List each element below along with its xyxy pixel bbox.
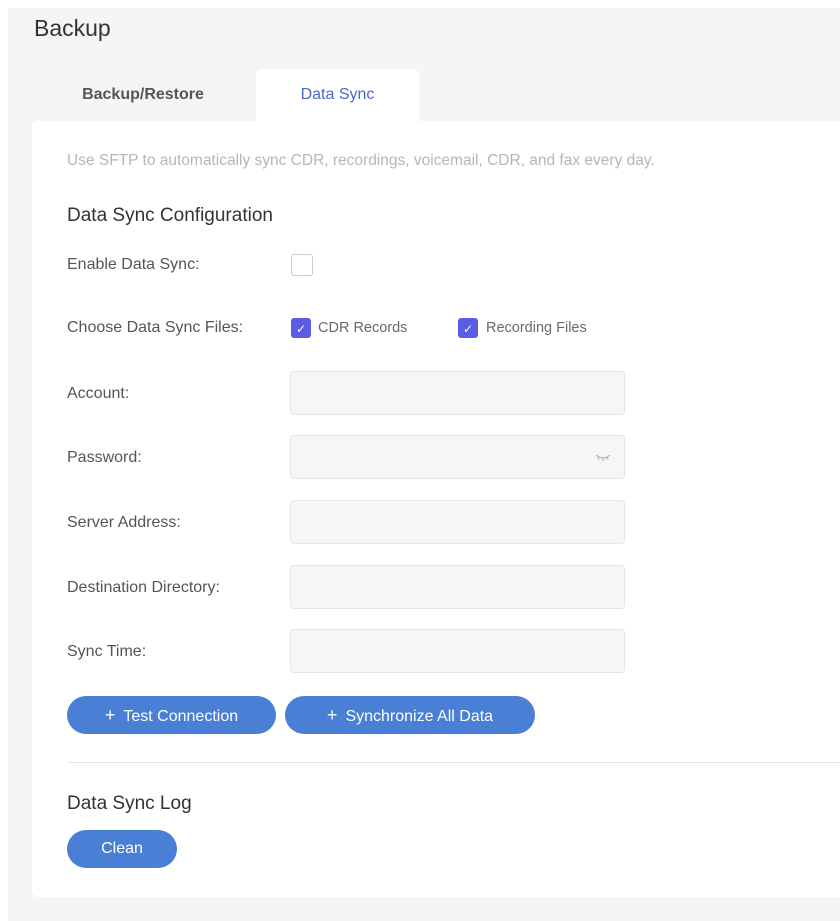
destination-directory-input[interactable] [290, 565, 625, 609]
destination-directory-label: Destination Directory: [67, 579, 220, 596]
section-title-log: Data Sync Log [67, 793, 192, 814]
synchronize-all-button[interactable]: + Synchronize All Data [285, 696, 535, 734]
eye-closed-icon[interactable] [594, 449, 612, 465]
password-label: Password: [67, 449, 142, 466]
section-divider [67, 762, 840, 763]
cdr-records-label: CDR Records [318, 320, 408, 336]
tab-data-sync[interactable]: Data Sync [256, 69, 419, 121]
plus-icon: + [326, 705, 338, 725]
section-title-configuration: Data Sync Configuration [67, 205, 273, 226]
checkmark-icon: ✓ [462, 322, 474, 336]
sync-time-label: Sync Time: [67, 643, 147, 660]
password-input[interactable] [290, 435, 625, 479]
clean-button[interactable]: Clean [67, 830, 177, 868]
synchronize-all-label: Synchronize All Data [345, 708, 494, 725]
recording-files-checkbox[interactable]: ✓ [458, 318, 478, 338]
checkmark-icon: ✓ [295, 322, 307, 336]
cdr-records-checkbox[interactable]: ✓ [291, 318, 311, 338]
page-title: Backup [34, 15, 111, 41]
test-connection-button[interactable]: + Test Connection [67, 696, 276, 734]
enable-data-sync-label: Enable Data Sync: [67, 256, 200, 273]
server-address-input[interactable] [290, 500, 625, 544]
sync-time-input[interactable] [290, 629, 625, 673]
plus-icon: + [104, 705, 116, 725]
test-connection-label: Test Connection [123, 708, 239, 725]
account-input[interactable] [290, 371, 625, 415]
data-sync-files-label: Choose Data Sync Files: [67, 319, 244, 336]
description-text: Use SFTP to automatically sync CDR, reco… [67, 152, 655, 169]
server-address-label: Server Address: [67, 514, 181, 531]
tab-backup-restore[interactable]: Backup/Restore [32, 69, 254, 121]
data-sync-panel: Use SFTP to automatically sync CDR, reco… [32, 121, 840, 897]
recording-files-label: Recording Files [486, 320, 587, 336]
enable-data-sync-checkbox[interactable] [291, 254, 313, 276]
account-label: Account: [67, 385, 130, 402]
